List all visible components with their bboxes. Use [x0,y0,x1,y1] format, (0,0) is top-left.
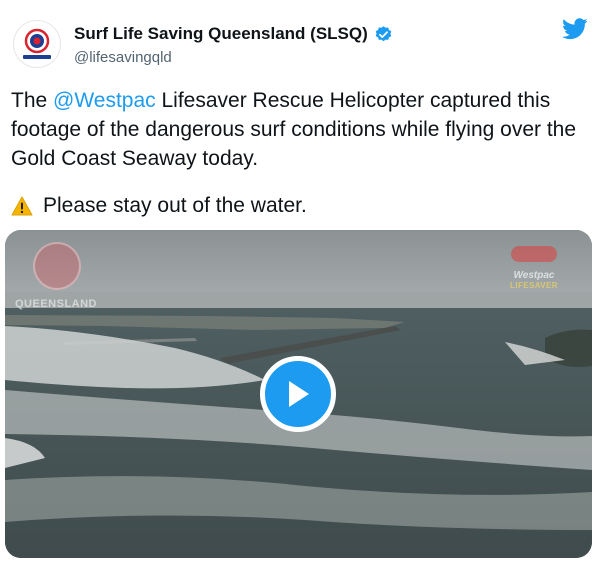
watermark-sub-text: LIFESAVER [510,281,558,290]
watermark-brand-text: Westpac [513,270,555,281]
author-name-text[interactable]: Surf Life Saving Queensland (SLSQ) [74,24,368,44]
verified-badge-icon [374,25,393,44]
tweet-text-start: The [11,89,54,112]
mention-link[interactable]: @Westpac [53,89,156,112]
warning-line: Please stay out of the water. [11,191,307,220]
westpac-watermark: Westpac LIFESAVER [494,246,574,290]
author-name[interactable]: Surf Life Saving Queensland (SLSQ) [74,24,393,44]
avatar[interactable] [13,20,61,68]
watermark-left-text: QUEENSLAND [15,298,98,310]
video-player[interactable]: QUEENSLAND Westpac LIFESAVER [5,230,592,558]
slsq-seal-icon [33,242,81,290]
play-icon [289,381,309,407]
play-button[interactable] [260,356,336,432]
twitter-bird-icon[interactable] [562,18,588,45]
warning-emoji-icon [11,196,33,216]
tweet-card: Surf Life Saving Queensland (SLSQ) @life… [0,0,595,565]
author-handle[interactable]: @lifesavingqld [74,49,172,66]
slsq-logo-icon [23,28,51,59]
warning-text: Please stay out of the water. [43,194,307,217]
tweet-text: The @Westpac Lifesaver Rescue Helicopter… [11,86,586,173]
slsq-watermark: QUEENSLAND [15,242,103,310]
helicopter-icon [511,246,557,262]
